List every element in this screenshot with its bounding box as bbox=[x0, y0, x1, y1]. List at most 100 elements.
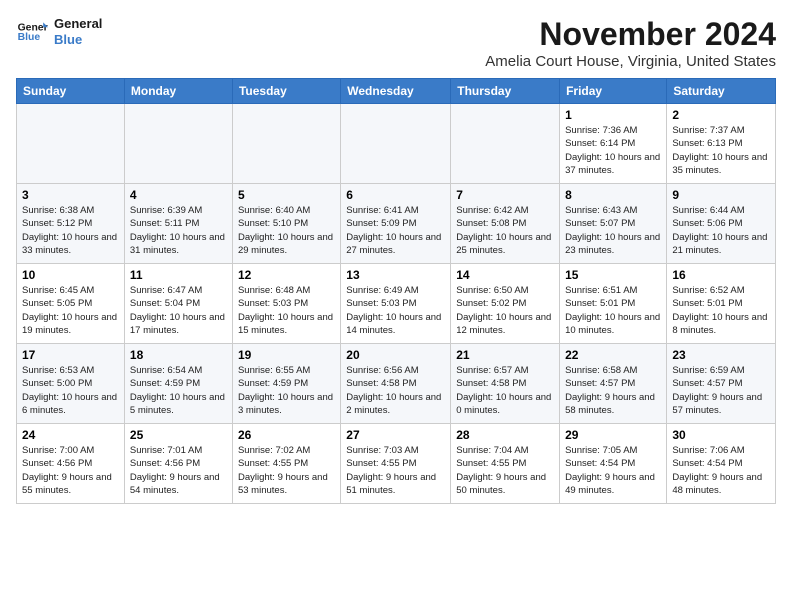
daylight-hours: Daylight: 10 hours and 37 minutes. bbox=[565, 152, 660, 176]
daylight-hours: Daylight: 10 hours and 23 minutes. bbox=[565, 232, 660, 256]
day-info: Sunrise: 6:57 AM Sunset: 4:58 PM Dayligh… bbox=[456, 364, 554, 417]
weekday-header-wednesday: Wednesday bbox=[341, 79, 451, 104]
sunrise-time: Sunrise: 6:49 AM bbox=[346, 285, 418, 296]
calendar-day-cell: 18 Sunrise: 6:54 AM Sunset: 4:59 PM Dayl… bbox=[124, 344, 232, 424]
calendar-day-cell: 3 Sunrise: 6:38 AM Sunset: 5:12 PM Dayli… bbox=[17, 184, 125, 264]
daylight-hours: Daylight: 10 hours and 31 minutes. bbox=[130, 232, 225, 256]
daylight-hours: Daylight: 9 hours and 58 minutes. bbox=[565, 392, 655, 416]
calendar-day-cell: 24 Sunrise: 7:00 AM Sunset: 4:56 PM Dayl… bbox=[17, 424, 125, 504]
day-info: Sunrise: 6:52 AM Sunset: 5:01 PM Dayligh… bbox=[672, 284, 770, 337]
daylight-hours: Daylight: 10 hours and 27 minutes. bbox=[346, 232, 441, 256]
day-number: 11 bbox=[130, 268, 227, 282]
title-block: November 2024 Amelia Court House, Virgin… bbox=[485, 16, 776, 70]
sunrise-time: Sunrise: 6:39 AM bbox=[130, 205, 202, 216]
daylight-hours: Daylight: 10 hours and 19 minutes. bbox=[22, 312, 117, 336]
calendar-week-row: 17 Sunrise: 6:53 AM Sunset: 5:00 PM Dayl… bbox=[17, 344, 776, 424]
sunrise-time: Sunrise: 6:58 AM bbox=[565, 365, 637, 376]
logo: General Blue General Blue bbox=[16, 16, 102, 48]
daylight-hours: Daylight: 10 hours and 29 minutes. bbox=[238, 232, 333, 256]
day-number: 4 bbox=[130, 188, 227, 202]
sunset-time: Sunset: 5:03 PM bbox=[238, 298, 308, 309]
daylight-hours: Daylight: 10 hours and 14 minutes. bbox=[346, 312, 441, 336]
calendar-day-cell: 5 Sunrise: 6:40 AM Sunset: 5:10 PM Dayli… bbox=[232, 184, 340, 264]
day-number: 29 bbox=[565, 428, 661, 442]
day-info: Sunrise: 7:01 AM Sunset: 4:56 PM Dayligh… bbox=[130, 444, 227, 497]
day-number: 28 bbox=[456, 428, 554, 442]
calendar-day-cell: 21 Sunrise: 6:57 AM Sunset: 4:58 PM Dayl… bbox=[451, 344, 560, 424]
calendar-day-cell: 19 Sunrise: 6:55 AM Sunset: 4:59 PM Dayl… bbox=[232, 344, 340, 424]
day-info: Sunrise: 6:58 AM Sunset: 4:57 PM Dayligh… bbox=[565, 364, 661, 417]
logo-text-line1: General bbox=[54, 16, 102, 32]
day-number: 19 bbox=[238, 348, 335, 362]
day-info: Sunrise: 6:53 AM Sunset: 5:00 PM Dayligh… bbox=[22, 364, 119, 417]
calendar-day-cell: 23 Sunrise: 6:59 AM Sunset: 4:57 PM Dayl… bbox=[667, 344, 776, 424]
weekday-header-tuesday: Tuesday bbox=[232, 79, 340, 104]
logo-text-line2: Blue bbox=[54, 32, 102, 48]
day-info: Sunrise: 6:47 AM Sunset: 5:04 PM Dayligh… bbox=[130, 284, 227, 337]
sunrise-time: Sunrise: 6:45 AM bbox=[22, 285, 94, 296]
day-info: Sunrise: 7:03 AM Sunset: 4:55 PM Dayligh… bbox=[346, 444, 445, 497]
daylight-hours: Daylight: 9 hours and 48 minutes. bbox=[672, 472, 762, 496]
day-info: Sunrise: 6:45 AM Sunset: 5:05 PM Dayligh… bbox=[22, 284, 119, 337]
daylight-hours: Daylight: 10 hours and 15 minutes. bbox=[238, 312, 333, 336]
calendar-day-cell: 1 Sunrise: 7:36 AM Sunset: 6:14 PM Dayli… bbox=[560, 104, 667, 184]
sunrise-time: Sunrise: 7:06 AM bbox=[672, 445, 744, 456]
calendar-day-cell: 2 Sunrise: 7:37 AM Sunset: 6:13 PM Dayli… bbox=[667, 104, 776, 184]
sunset-time: Sunset: 4:57 PM bbox=[565, 378, 635, 389]
sunset-time: Sunset: 4:56 PM bbox=[22, 458, 92, 469]
weekday-header-thursday: Thursday bbox=[451, 79, 560, 104]
calendar-week-row: 3 Sunrise: 6:38 AM Sunset: 5:12 PM Dayli… bbox=[17, 184, 776, 264]
calendar-day-cell: 7 Sunrise: 6:42 AM Sunset: 5:08 PM Dayli… bbox=[451, 184, 560, 264]
sunset-time: Sunset: 5:01 PM bbox=[565, 298, 635, 309]
day-info: Sunrise: 6:42 AM Sunset: 5:08 PM Dayligh… bbox=[456, 204, 554, 257]
day-number: 13 bbox=[346, 268, 445, 282]
sunset-time: Sunset: 4:57 PM bbox=[672, 378, 742, 389]
daylight-hours: Daylight: 9 hours and 54 minutes. bbox=[130, 472, 220, 496]
day-info: Sunrise: 7:05 AM Sunset: 4:54 PM Dayligh… bbox=[565, 444, 661, 497]
sunrise-time: Sunrise: 6:42 AM bbox=[456, 205, 528, 216]
empty-cell bbox=[232, 104, 340, 184]
month-title: November 2024 bbox=[485, 16, 776, 53]
daylight-hours: Daylight: 10 hours and 8 minutes. bbox=[672, 312, 767, 336]
day-info: Sunrise: 6:48 AM Sunset: 5:03 PM Dayligh… bbox=[238, 284, 335, 337]
sunrise-time: Sunrise: 6:41 AM bbox=[346, 205, 418, 216]
sunrise-time: Sunrise: 7:00 AM bbox=[22, 445, 94, 456]
sunset-time: Sunset: 5:10 PM bbox=[238, 218, 308, 229]
day-number: 1 bbox=[565, 108, 661, 122]
daylight-hours: Daylight: 9 hours and 53 minutes. bbox=[238, 472, 328, 496]
calendar-day-cell: 26 Sunrise: 7:02 AM Sunset: 4:55 PM Dayl… bbox=[232, 424, 340, 504]
daylight-hours: Daylight: 10 hours and 12 minutes. bbox=[456, 312, 551, 336]
sunset-time: Sunset: 4:56 PM bbox=[130, 458, 200, 469]
calendar-week-row: 10 Sunrise: 6:45 AM Sunset: 5:05 PM Dayl… bbox=[17, 264, 776, 344]
daylight-hours: Daylight: 9 hours and 55 minutes. bbox=[22, 472, 112, 496]
daylight-hours: Daylight: 10 hours and 5 minutes. bbox=[130, 392, 225, 416]
sunset-time: Sunset: 5:01 PM bbox=[672, 298, 742, 309]
daylight-hours: Daylight: 10 hours and 21 minutes. bbox=[672, 232, 767, 256]
sunrise-time: Sunrise: 6:50 AM bbox=[456, 285, 528, 296]
day-number: 10 bbox=[22, 268, 119, 282]
sunset-time: Sunset: 4:59 PM bbox=[238, 378, 308, 389]
weekday-header-monday: Monday bbox=[124, 79, 232, 104]
weekday-header-row: SundayMondayTuesdayWednesdayThursdayFrid… bbox=[17, 79, 776, 104]
daylight-hours: Daylight: 9 hours and 50 minutes. bbox=[456, 472, 546, 496]
day-number: 6 bbox=[346, 188, 445, 202]
sunrise-time: Sunrise: 6:52 AM bbox=[672, 285, 744, 296]
day-info: Sunrise: 6:40 AM Sunset: 5:10 PM Dayligh… bbox=[238, 204, 335, 257]
weekday-header-saturday: Saturday bbox=[667, 79, 776, 104]
calendar-day-cell: 27 Sunrise: 7:03 AM Sunset: 4:55 PM Dayl… bbox=[341, 424, 451, 504]
location-title: Amelia Court House, Virginia, United Sta… bbox=[485, 53, 776, 70]
sunset-time: Sunset: 5:05 PM bbox=[22, 298, 92, 309]
calendar-day-cell: 13 Sunrise: 6:49 AM Sunset: 5:03 PM Dayl… bbox=[341, 264, 451, 344]
sunrise-time: Sunrise: 6:44 AM bbox=[672, 205, 744, 216]
sunset-time: Sunset: 4:54 PM bbox=[672, 458, 742, 469]
calendar-day-cell: 12 Sunrise: 6:48 AM Sunset: 5:03 PM Dayl… bbox=[232, 264, 340, 344]
day-number: 2 bbox=[672, 108, 770, 122]
calendar-day-cell: 10 Sunrise: 6:45 AM Sunset: 5:05 PM Dayl… bbox=[17, 264, 125, 344]
sunset-time: Sunset: 5:06 PM bbox=[672, 218, 742, 229]
calendar-day-cell: 20 Sunrise: 6:56 AM Sunset: 4:58 PM Dayl… bbox=[341, 344, 451, 424]
day-number: 9 bbox=[672, 188, 770, 202]
calendar-day-cell: 22 Sunrise: 6:58 AM Sunset: 4:57 PM Dayl… bbox=[560, 344, 667, 424]
sunrise-time: Sunrise: 6:40 AM bbox=[238, 205, 310, 216]
day-info: Sunrise: 6:51 AM Sunset: 5:01 PM Dayligh… bbox=[565, 284, 661, 337]
sunset-time: Sunset: 4:59 PM bbox=[130, 378, 200, 389]
